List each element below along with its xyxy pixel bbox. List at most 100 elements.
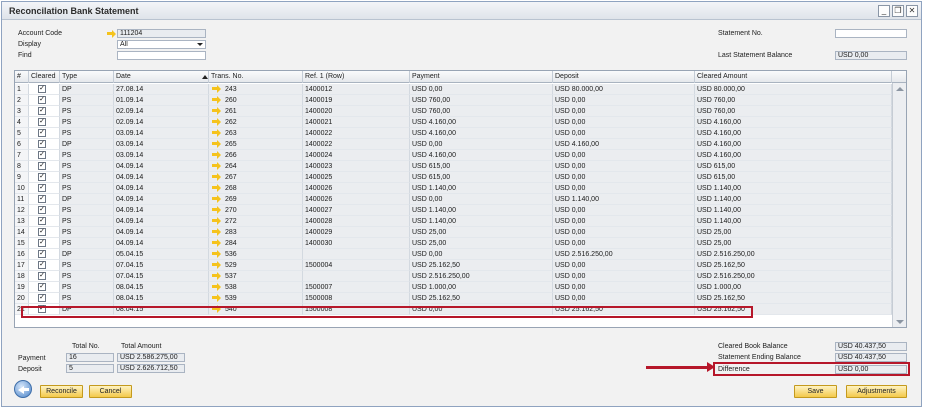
checkbox-checked-icon[interactable]: ✓ xyxy=(38,217,46,225)
link-arrow-icon[interactable] xyxy=(212,272,221,280)
table-row[interactable]: 1 ✓ DP 27.08.14 243 1400012 USD 0,00 USD 80.000… xyxy=(15,84,892,95)
table-row[interactable]: 18 ✓ PS 07.04.15 537 USD 2.516.250,00 USD 0,00… xyxy=(15,271,892,282)
link-arrow-icon[interactable] xyxy=(107,30,116,38)
link-arrow-icon[interactable] xyxy=(212,250,221,258)
link-arrow-icon[interactable] xyxy=(212,217,221,225)
link-arrow-icon[interactable] xyxy=(212,140,221,148)
checkbox-checked-icon[interactable]: ✓ xyxy=(38,140,46,148)
column-payment-header[interactable]: Payment xyxy=(410,71,553,83)
table-row[interactable]: 15 ✓ PS 04.09.14 284 1400030 USD 25,00 USD 0,00… xyxy=(15,238,892,249)
display-dropdown[interactable]: All xyxy=(117,40,206,49)
find-input[interactable] xyxy=(117,51,206,60)
cleared-checkbox[interactable]: ✓ xyxy=(29,271,60,282)
table-row[interactable]: 19 ✓ PS 08.04.15 538 1500007 USD 1.000,00 USD 0… xyxy=(15,282,892,293)
table-row[interactable]: 21 ✓ DP 08.04.15 540 1500008 USD 0,00 USD 25.16… xyxy=(15,304,892,315)
link-arrow-icon[interactable] xyxy=(212,173,221,181)
table-row[interactable]: 2 ✓ PS 01.09.14 260 1400019 USD 760,00 USD 0,00… xyxy=(15,95,892,106)
checkbox-checked-icon[interactable]: ✓ xyxy=(38,272,46,280)
cleared-checkbox[interactable]: ✓ xyxy=(29,260,60,271)
column-cleared-amount-header[interactable]: Cleared Amount xyxy=(695,71,892,83)
minimize-button[interactable]: _ xyxy=(878,5,890,17)
column-type-header[interactable]: Type xyxy=(60,71,114,83)
cleared-checkbox[interactable]: ✓ xyxy=(29,227,60,238)
cleared-checkbox[interactable]: ✓ xyxy=(29,84,60,95)
checkbox-checked-icon[interactable]: ✓ xyxy=(38,151,46,159)
cleared-checkbox[interactable]: ✓ xyxy=(29,106,60,117)
table-row[interactable]: 11 ✓ DP 04.09.14 269 1400026 USD 0,00 USD 1.140… xyxy=(15,194,892,205)
reconcile-button[interactable]: Reconcile xyxy=(40,385,83,398)
table-row[interactable]: 13 ✓ PS 04.09.14 272 1400028 USD 1.140,00 USD 0… xyxy=(15,216,892,227)
table-row[interactable]: 20 ✓ PS 08.04.15 539 1500008 USD 25.162,50 USD … xyxy=(15,293,892,304)
link-arrow-icon[interactable] xyxy=(212,96,221,104)
table-row[interactable]: 10 ✓ PS 04.09.14 268 1400026 USD 1.140,00 USD 0… xyxy=(15,183,892,194)
checkbox-checked-icon[interactable]: ✓ xyxy=(38,162,46,170)
checkbox-checked-icon[interactable]: ✓ xyxy=(38,239,46,247)
cleared-checkbox[interactable]: ✓ xyxy=(29,282,60,293)
table-row[interactable]: 17 ✓ PS 07.04.15 529 1500004 USD 25.162,50 USD … xyxy=(15,260,892,271)
checkbox-checked-icon[interactable]: ✓ xyxy=(38,184,46,192)
column-ref-header[interactable]: Ref. 1 (Row) xyxy=(303,71,410,83)
table-row[interactable]: 14 ✓ PS 04.09.14 283 1400029 USD 25,00 USD 0,00… xyxy=(15,227,892,238)
checkbox-checked-icon[interactable]: ✓ xyxy=(38,96,46,104)
save-button[interactable]: Save xyxy=(794,385,837,398)
checkbox-checked-icon[interactable]: ✓ xyxy=(38,250,46,258)
checkbox-checked-icon[interactable]: ✓ xyxy=(38,118,46,126)
link-arrow-icon[interactable] xyxy=(212,151,221,159)
link-arrow-icon[interactable] xyxy=(212,228,221,236)
cleared-checkbox[interactable]: ✓ xyxy=(29,293,60,304)
cleared-checkbox[interactable]: ✓ xyxy=(29,128,60,139)
cleared-checkbox[interactable]: ✓ xyxy=(29,183,60,194)
checkbox-checked-icon[interactable]: ✓ xyxy=(38,305,46,313)
link-arrow-icon[interactable] xyxy=(212,162,221,170)
adjustments-button[interactable]: Adjustments xyxy=(846,385,907,398)
checkbox-checked-icon[interactable]: ✓ xyxy=(38,173,46,181)
cleared-checkbox[interactable]: ✓ xyxy=(29,161,60,172)
checkbox-checked-icon[interactable]: ✓ xyxy=(38,195,46,203)
cleared-checkbox[interactable]: ✓ xyxy=(29,205,60,216)
cleared-checkbox[interactable]: ✓ xyxy=(29,139,60,150)
link-arrow-icon[interactable] xyxy=(212,118,221,126)
maximize-button[interactable]: ❐ xyxy=(892,5,904,17)
link-arrow-icon[interactable] xyxy=(212,195,221,203)
sort-ascending-icon[interactable] xyxy=(202,75,208,79)
back-arrow-icon[interactable] xyxy=(14,380,32,398)
cleared-checkbox[interactable]: ✓ xyxy=(29,194,60,205)
cleared-checkbox[interactable]: ✓ xyxy=(29,172,60,183)
checkbox-checked-icon[interactable]: ✓ xyxy=(38,283,46,291)
column-deposit-header[interactable]: Deposit xyxy=(553,71,695,83)
link-arrow-icon[interactable] xyxy=(212,283,221,291)
close-button[interactable]: ✕ xyxy=(906,5,918,17)
link-arrow-icon[interactable] xyxy=(212,107,221,115)
column-trans-no-header[interactable]: Trans. No. xyxy=(209,71,303,83)
checkbox-checked-icon[interactable]: ✓ xyxy=(38,85,46,93)
link-arrow-icon[interactable] xyxy=(212,85,221,93)
account-code-field[interactable]: 111204 xyxy=(117,29,206,38)
table-row[interactable]: 8 ✓ PS 04.09.14 264 1400023 USD 615,00 USD 0,00… xyxy=(15,161,892,172)
cleared-checkbox[interactable]: ✓ xyxy=(29,238,60,249)
scroll-up-icon[interactable] xyxy=(896,87,904,91)
statement-no-field[interactable] xyxy=(835,29,907,38)
column-row-number-header[interactable]: # xyxy=(15,71,29,83)
table-row[interactable]: 4 ✓ PS 02.09.14 262 1400021 USD 4.160,00 USD 0,… xyxy=(15,117,892,128)
link-arrow-icon[interactable] xyxy=(212,261,221,269)
table-row[interactable]: 7 ✓ PS 03.09.14 266 1400024 USD 4.160,00 USD 0,… xyxy=(15,150,892,161)
cleared-checkbox[interactable]: ✓ xyxy=(29,216,60,227)
link-arrow-icon[interactable] xyxy=(212,305,221,313)
cleared-checkbox[interactable]: ✓ xyxy=(29,249,60,260)
table-row[interactable]: 9 ✓ PS 04.09.14 267 1400025 USD 615,00 USD 0,00… xyxy=(15,172,892,183)
table-row[interactable]: 6 ✓ DP 03.09.14 265 1400022 USD 0,00 USD 4.160,… xyxy=(15,139,892,150)
cancel-button[interactable]: Cancel xyxy=(89,385,132,398)
checkbox-checked-icon[interactable]: ✓ xyxy=(38,228,46,236)
column-cleared-header[interactable]: Cleared xyxy=(29,71,60,83)
column-date-header[interactable]: Date xyxy=(114,71,209,83)
scroll-down-icon[interactable] xyxy=(896,320,904,324)
checkbox-checked-icon[interactable]: ✓ xyxy=(38,261,46,269)
cleared-checkbox[interactable]: ✓ xyxy=(29,150,60,161)
link-arrow-icon[interactable] xyxy=(212,129,221,137)
checkbox-checked-icon[interactable]: ✓ xyxy=(38,107,46,115)
table-row[interactable]: 12 ✓ PS 04.09.14 270 1400027 USD 1.140,00 USD 0… xyxy=(15,205,892,216)
checkbox-checked-icon[interactable]: ✓ xyxy=(38,206,46,214)
link-arrow-icon[interactable] xyxy=(212,206,221,214)
link-arrow-icon[interactable] xyxy=(212,294,221,302)
cleared-checkbox[interactable]: ✓ xyxy=(29,304,60,315)
